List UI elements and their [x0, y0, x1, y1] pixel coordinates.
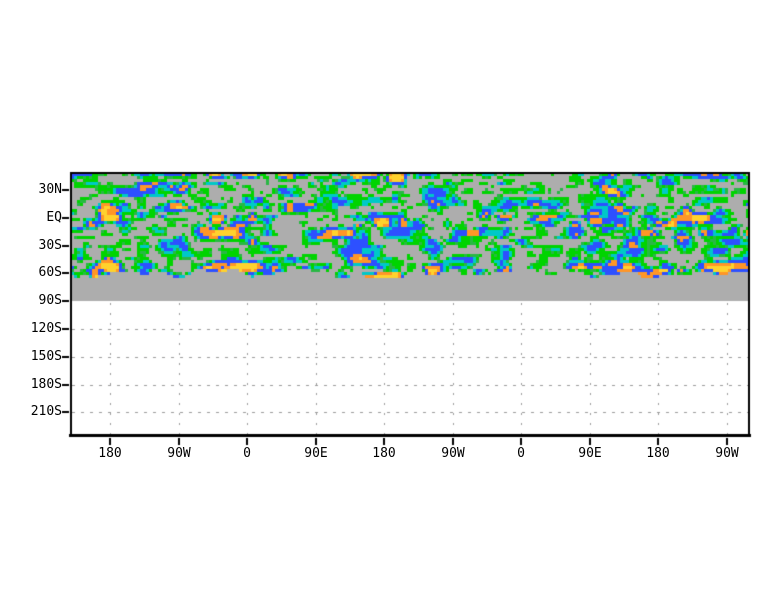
figure-page: 30N EQ 30S 60S 90S 120S 150S 180S 210S 180 90W 0 90…: [0, 0, 784, 612]
plot-canvas: [0, 0, 784, 612]
